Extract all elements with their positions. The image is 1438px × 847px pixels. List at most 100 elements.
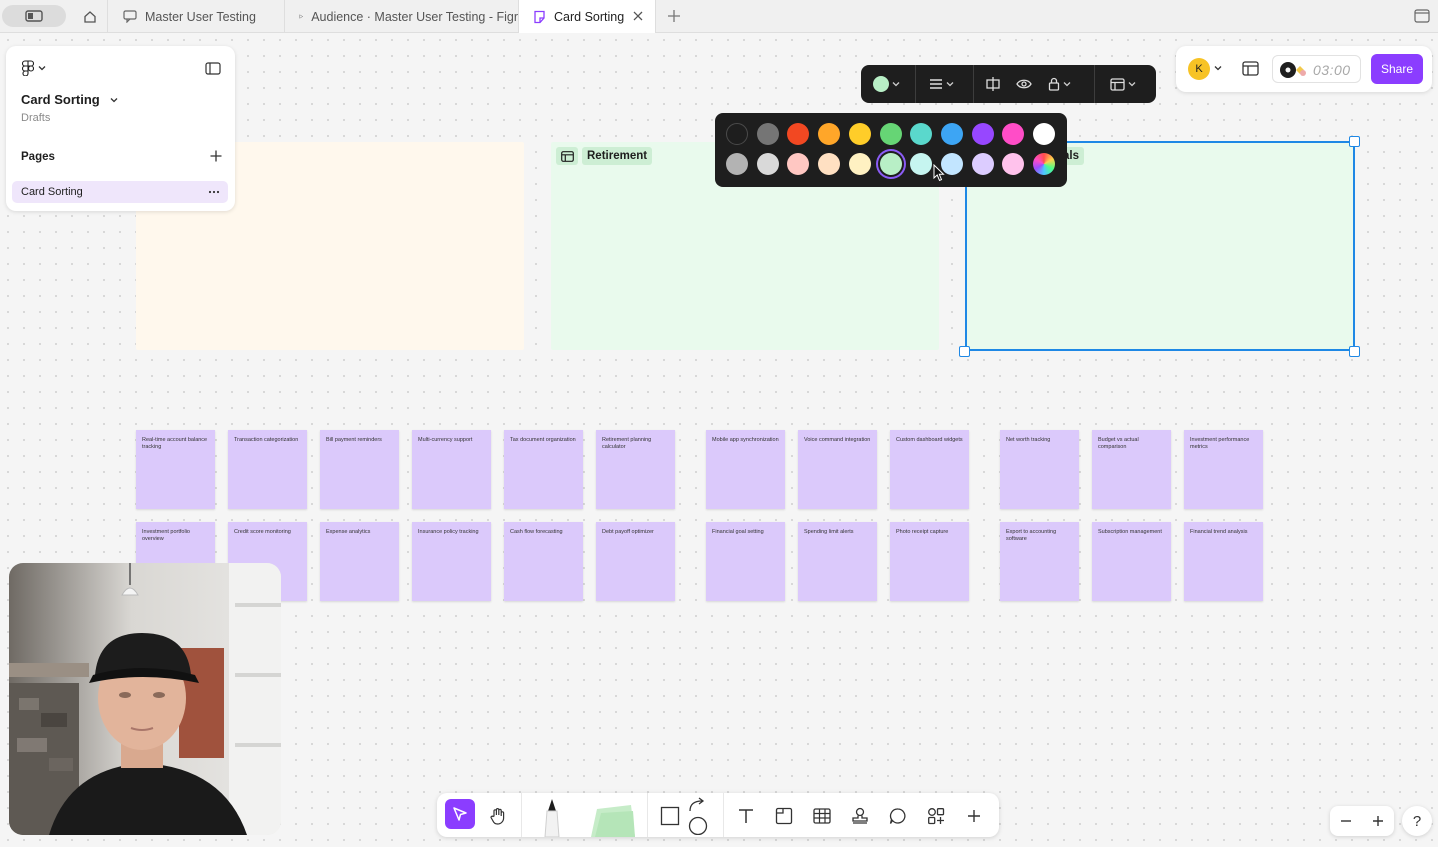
color-swatch[interactable] (910, 153, 933, 175)
presenter-webcam[interactable] (9, 563, 281, 835)
sticky-note-tool-button[interactable] (587, 799, 639, 837)
sticky-note[interactable]: Cash flow forecasting (504, 522, 583, 601)
file-location[interactable]: Drafts (21, 112, 50, 124)
color-swatch[interactable] (1002, 123, 1025, 145)
color-swatch[interactable] (756, 123, 779, 145)
hand-tool-button[interactable] (483, 801, 513, 831)
color-swatch[interactable] (971, 123, 994, 145)
border-style-button[interactable] (929, 65, 954, 103)
sticky-note[interactable]: Multi-currency support (412, 430, 491, 509)
bookmark-panel-icon[interactable] (1414, 9, 1430, 23)
color-swatch[interactable] (910, 123, 933, 145)
file-panel: Card Sorting Drafts Pages Card Sorting (6, 46, 235, 211)
color-swatch[interactable] (971, 153, 994, 175)
color-swatch[interactable] (940, 123, 963, 145)
home-tab[interactable] (72, 0, 108, 33)
sticky-note[interactable]: Net worth tracking (1000, 430, 1079, 509)
page-item-card-sorting[interactable]: Card Sorting (12, 181, 228, 203)
sticky-note[interactable]: Retirement planning calculator (596, 430, 675, 509)
fill-color-button[interactable] (873, 65, 900, 103)
color-swatch[interactable] (726, 123, 748, 145)
sticky-note[interactable]: Investment performance metrics (1184, 430, 1263, 509)
zoom-controls (1330, 806, 1394, 836)
avatar[interactable]: K (1188, 58, 1210, 80)
color-swatch[interactable] (848, 153, 871, 175)
close-icon[interactable] (631, 9, 645, 23)
section-title[interactable]: Retirement (582, 147, 653, 165)
custom-color-swatch[interactable] (1033, 153, 1055, 175)
section-icon (556, 147, 578, 165)
tab-card-sorting[interactable]: Card Sorting (519, 0, 656, 33)
divider (1094, 65, 1095, 103)
visibility-button[interactable] (1016, 65, 1032, 103)
chevron-down-icon[interactable] (1214, 65, 1222, 71)
share-button[interactable]: Share (1371, 54, 1423, 84)
sticky-note[interactable]: Mobile app synchronization (706, 430, 785, 509)
tab-master-user-testing[interactable]: Master User Testing (109, 0, 285, 33)
zoom-in-button[interactable] (1362, 806, 1394, 836)
color-swatch[interactable] (1033, 123, 1055, 145)
lock-button[interactable] (1048, 65, 1071, 103)
shape-tool-button[interactable] (655, 801, 685, 831)
section-tool-button[interactable] (769, 801, 799, 831)
zoom-out-button[interactable] (1330, 806, 1362, 836)
color-swatch[interactable] (879, 123, 902, 145)
sidebar-toggle-button[interactable] (2, 5, 66, 27)
main-menu-button[interactable] (22, 60, 46, 76)
section-label[interactable]: Retirement (556, 147, 653, 165)
marker-tool-button[interactable] (537, 797, 567, 837)
sticky-note[interactable]: Custom dashboard widgets (890, 430, 969, 509)
tab-label: Audience · Master User Testing - Figr (311, 9, 518, 24)
stamp-tool-button[interactable] (845, 801, 875, 831)
more-icon[interactable] (207, 185, 221, 199)
help-button[interactable]: ? (1402, 806, 1432, 836)
panel-toggle-icon[interactable] (205, 62, 221, 75)
sticky-note[interactable]: Transaction categorization (228, 430, 307, 509)
select-tool-button[interactable] (445, 799, 475, 829)
resize-to-fit-button[interactable] (985, 65, 1001, 103)
sticky-note[interactable]: Debt payoff optimizer (596, 522, 675, 601)
sticky-note[interactable]: Insurance policy tracking (412, 522, 491, 601)
sticky-note[interactable]: Bill payment reminders (320, 430, 399, 509)
stamp-icon (852, 807, 868, 824)
resize-handle-bottom-left[interactable] (959, 346, 970, 357)
widgets-tool-button[interactable] (921, 801, 951, 831)
comment-tool-button[interactable] (883, 801, 913, 831)
file-name: Card Sorting (21, 92, 100, 107)
color-swatch[interactable] (879, 153, 902, 175)
resize-handle-bottom-right[interactable] (1349, 346, 1360, 357)
color-swatch[interactable] (848, 123, 871, 145)
color-swatch[interactable] (787, 123, 810, 145)
sticky-note[interactable]: Expense analytics (320, 522, 399, 601)
timer-widget[interactable]: 03:00 (1272, 55, 1361, 83)
color-swatch[interactable] (726, 153, 748, 175)
sticky-note[interactable]: Tax document organization (504, 430, 583, 509)
sticky-note[interactable]: Real-time account balance tracking (136, 430, 215, 509)
color-swatch[interactable] (1002, 153, 1025, 175)
sticky-note[interactable]: Photo receipt capture (890, 522, 969, 601)
resize-handle-top-right[interactable] (1349, 136, 1360, 147)
color-swatch[interactable] (818, 123, 841, 145)
layout-panel-icon[interactable] (1242, 61, 1259, 76)
tab-audience[interactable]: Audience · Master User Testing - Figr (285, 0, 519, 33)
add-page-icon[interactable] (209, 149, 223, 163)
section-layout-button[interactable] (1110, 65, 1136, 103)
color-swatch[interactable] (787, 153, 810, 175)
connector-tool-button[interactable] (683, 797, 713, 835)
file-name-button[interactable]: Card Sorting (21, 92, 118, 107)
color-swatch[interactable] (818, 153, 841, 175)
text-tool-button[interactable] (731, 801, 761, 831)
selection-toolbar (861, 65, 1156, 103)
color-swatch[interactable] (756, 153, 779, 175)
sticky-note[interactable]: Subscription management (1092, 522, 1171, 601)
sticky-note[interactable]: Spending limit alerts (798, 522, 877, 601)
square-shape-icon (660, 806, 680, 826)
table-tool-button[interactable] (807, 801, 837, 831)
sticky-note[interactable]: Budget vs actual comparison (1092, 430, 1171, 509)
sticky-note[interactable]: Voice command integration (798, 430, 877, 509)
sticky-note[interactable]: Export to accounting software (1000, 522, 1079, 601)
more-tools-button[interactable] (959, 801, 989, 831)
sticky-note[interactable]: Financial trend analysis (1184, 522, 1263, 601)
sticky-note[interactable]: Financial goal setting (706, 522, 785, 601)
new-tab-plus-icon[interactable] (666, 8, 682, 24)
